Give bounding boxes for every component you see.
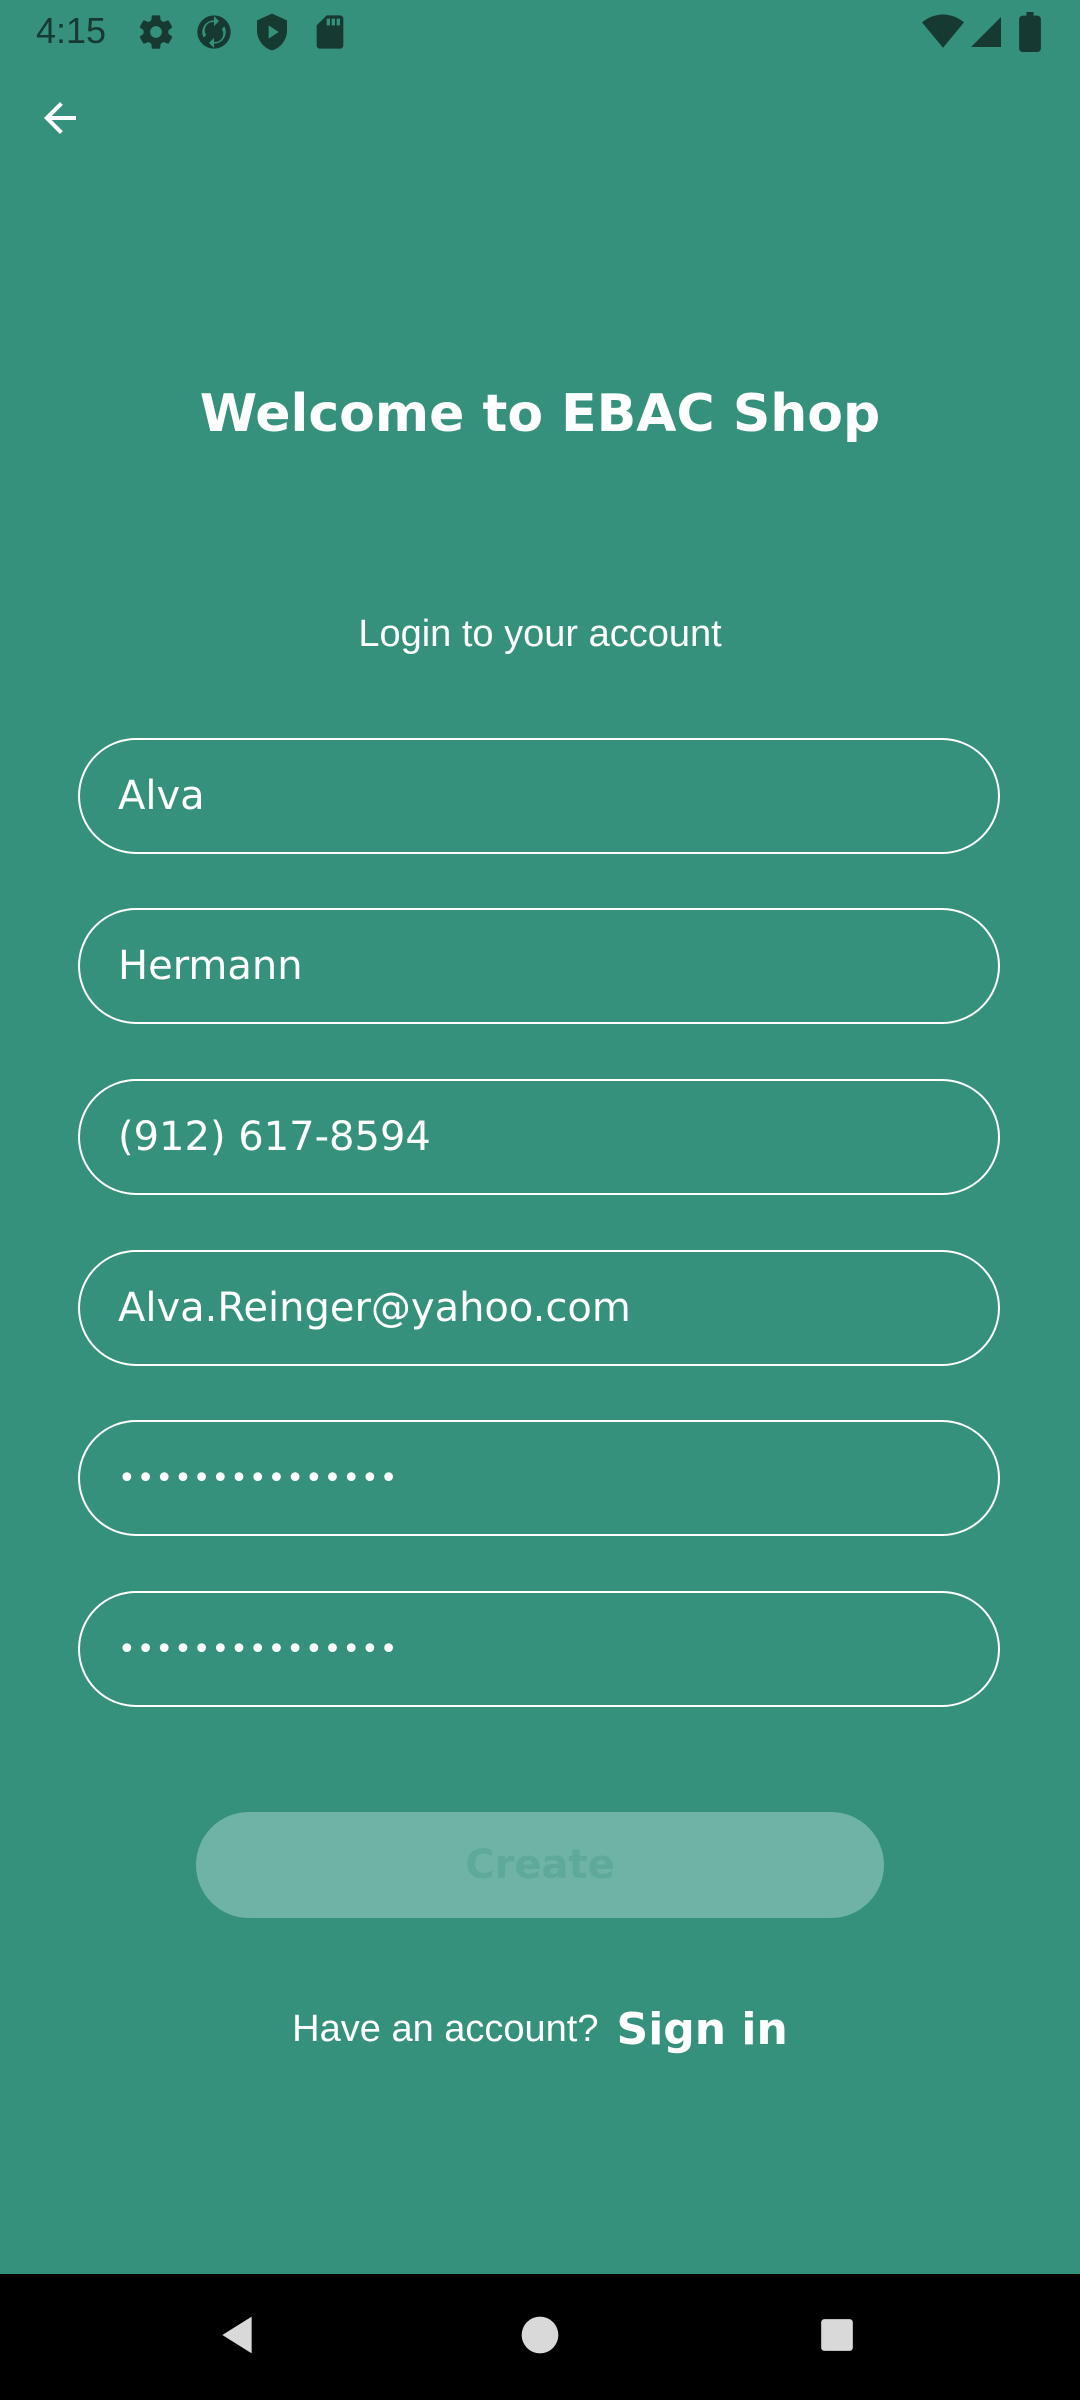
wifi-icon — [922, 14, 964, 54]
signin-row: Have an account? Sign in — [0, 1994, 1080, 2064]
signin-prompt: Have an account? — [292, 2007, 599, 2050]
status-time: 4:15 — [36, 10, 107, 51]
first-name-field[interactable] — [78, 738, 1000, 854]
signal-icon — [968, 14, 1008, 54]
confirm-password-field[interactable] — [78, 1591, 1000, 1707]
home-circle-icon — [520, 2315, 560, 2359]
last-name-field[interactable] — [78, 908, 1000, 1024]
sync-icon — [194, 12, 234, 52]
nav-back-button[interactable] — [204, 2304, 270, 2370]
sd-card-icon — [310, 12, 350, 52]
email-field[interactable] — [78, 1250, 1000, 1366]
password-field[interactable] — [78, 1420, 1000, 1536]
page-subtitle: Login to your account — [358, 613, 722, 655]
phone-field[interactable] — [78, 1079, 1000, 1195]
nav-recents-button[interactable] — [804, 2304, 870, 2370]
recents-square-icon — [818, 2316, 856, 2358]
arrow-left-icon — [36, 94, 84, 146]
nav-home-button[interactable] — [507, 2304, 573, 2370]
settings-icon — [136, 12, 176, 52]
back-button[interactable] — [24, 84, 96, 156]
status-bar: 4:15 — [0, 0, 1080, 64]
battery-icon — [1018, 12, 1058, 52]
shield-play-icon — [252, 12, 292, 52]
create-button[interactable]: Create — [196, 1812, 884, 1918]
page-title: Welcome to EBAC Shop — [199, 384, 881, 444]
back-triangle-icon — [215, 2313, 259, 2361]
navigation-bar — [0, 2274, 1080, 2400]
signin-link[interactable]: Sign in — [617, 2004, 788, 2055]
